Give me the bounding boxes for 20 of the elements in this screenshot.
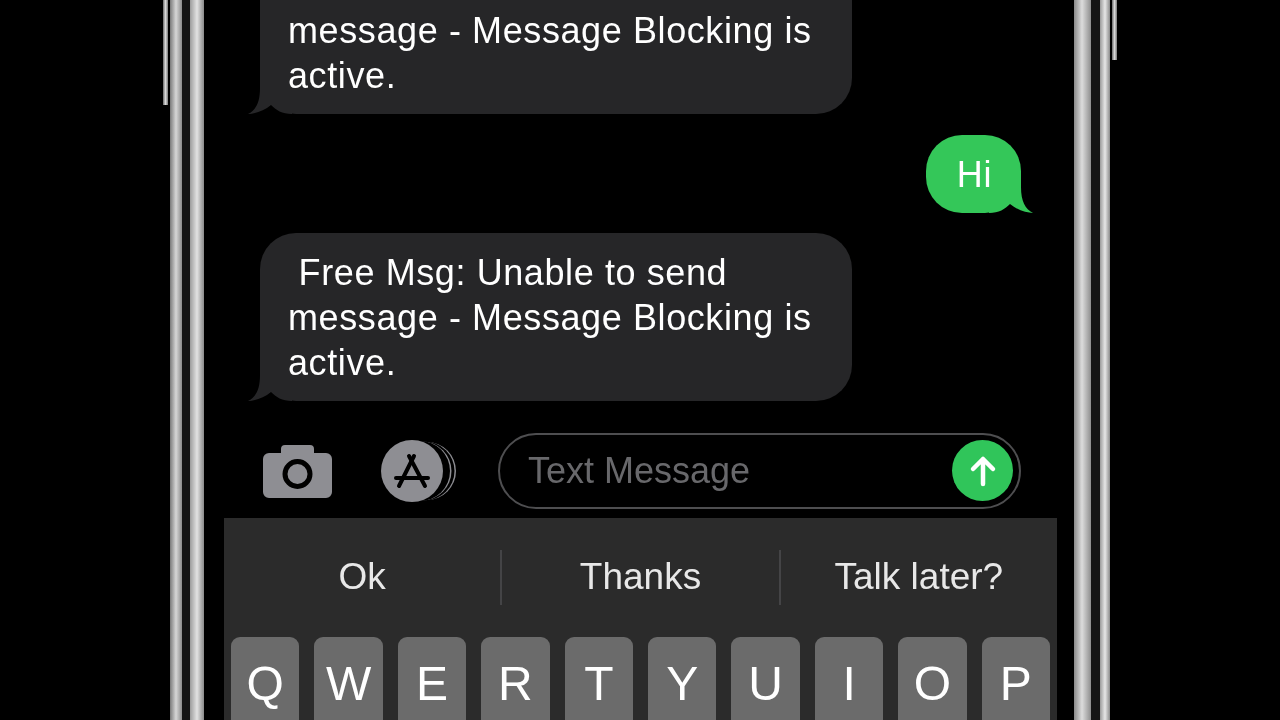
keyboard-key[interactable]: U: [731, 637, 800, 720]
message-field[interactable]: Text Message: [498, 433, 1021, 509]
keyboard-key[interactable]: T: [564, 637, 634, 720]
message-bubble: Hi: [925, 135, 1033, 213]
app-store-icon[interactable]: [380, 440, 458, 502]
keyboard-key[interactable]: P: [981, 637, 1051, 720]
quick-reply-suggestion[interactable]: Talk later?: [834, 555, 1004, 599]
keyboard-key[interactable]: O: [898, 637, 967, 720]
quick-reply-suggestion[interactable]: Thanks: [579, 555, 702, 599]
message-bubble: Free Msg: Unable to send message - Message Blocking is active.: [248, 233, 852, 401]
keyboard-key[interactable]: E: [397, 637, 467, 720]
keyboard-key[interactable]: Q: [231, 637, 300, 720]
keyboard-key[interactable]: W: [314, 637, 383, 720]
keyboard-key[interactable]: Y: [648, 637, 717, 720]
camera-icon[interactable]: [263, 444, 332, 498]
keyboard-key[interactable]: R: [481, 637, 550, 720]
message-bubble: message - Message Blocking is active.: [248, 0, 852, 114]
send-button[interactable]: [952, 440, 1013, 501]
quick-reply-suggestion[interactable]: Ok: [338, 555, 386, 599]
keyboard-key[interactable]: I: [814, 637, 884, 720]
